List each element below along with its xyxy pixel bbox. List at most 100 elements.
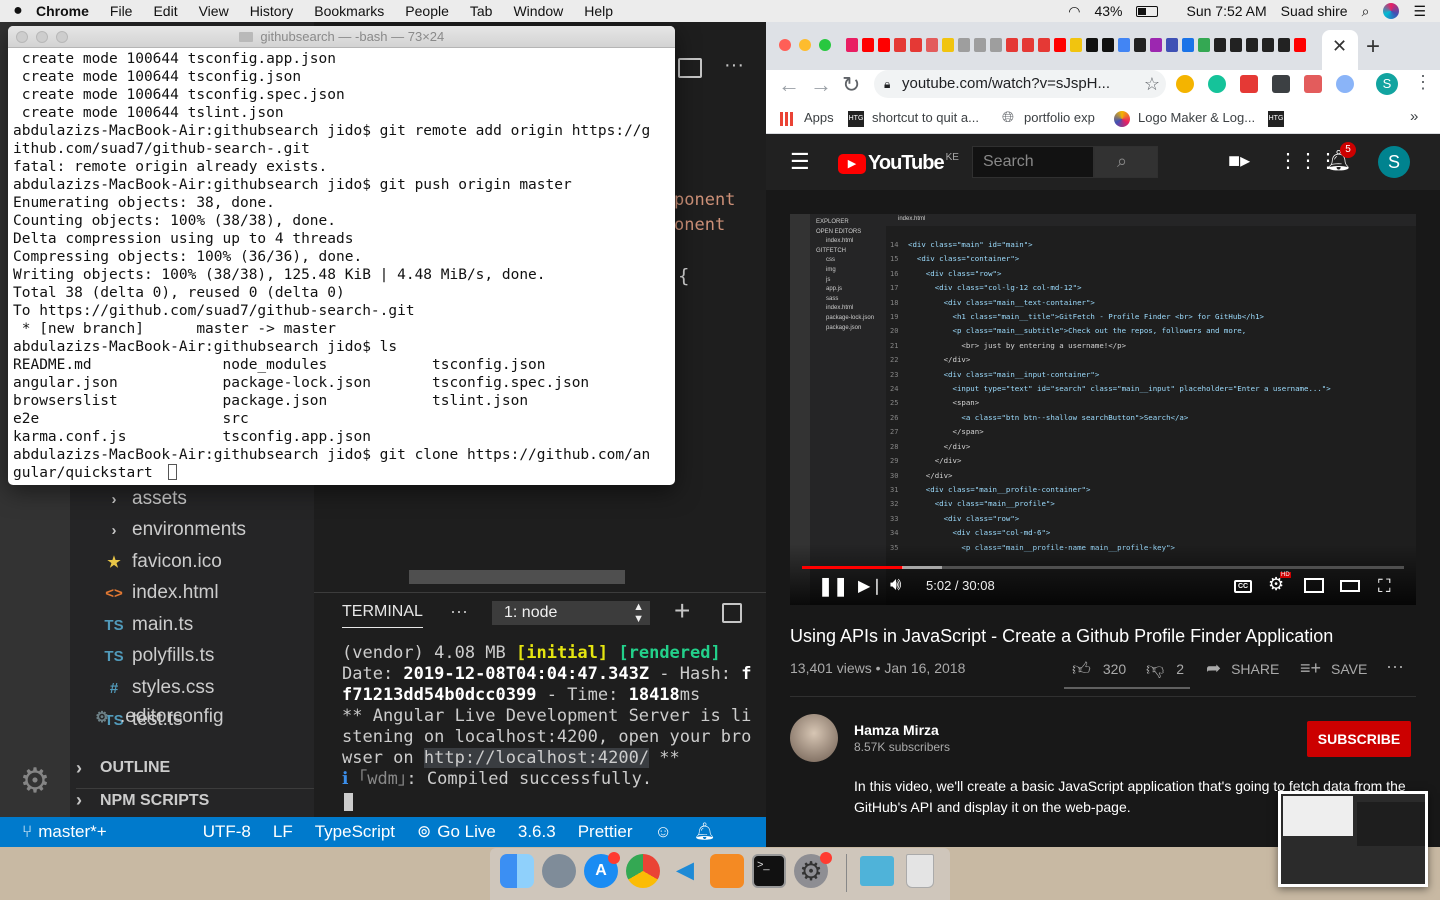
status-branch[interactable]: master*+ bbox=[38, 822, 107, 842]
file-tree-item[interactable]: TS main.ts bbox=[104, 610, 193, 640]
pause-icon[interactable]: ❚❚ bbox=[818, 576, 848, 597]
siri-icon[interactable] bbox=[1383, 3, 1400, 19]
back-icon[interactable]: ← bbox=[778, 72, 800, 98]
pinned-tab-favicon[interactable] bbox=[1214, 38, 1226, 52]
pinned-tab-favicon[interactable] bbox=[846, 38, 858, 52]
pinned-tab-favicon[interactable] bbox=[1246, 38, 1258, 52]
apple-icon[interactable]: ● bbox=[0, 2, 36, 20]
bookmark-shortcut[interactable]: shortcut to quit a... bbox=[872, 110, 979, 125]
pinned-tab-favicon[interactable] bbox=[1150, 38, 1162, 52]
pinned-tab-favicon[interactable] bbox=[1022, 38, 1034, 52]
pinned-tab-favicon[interactable] bbox=[1294, 38, 1306, 52]
pinned-tab-favicon[interactable] bbox=[1102, 38, 1114, 52]
split-terminal-icon[interactable] bbox=[722, 603, 742, 623]
file-tree-item[interactable]: # styles.css bbox=[104, 673, 215, 703]
terminal-text[interactable]: create mode 100644 tsconfig.app.json cre… bbox=[8, 48, 675, 484]
pinned-tab-favicon[interactable] bbox=[894, 38, 906, 52]
pinned-tab-favicon[interactable] bbox=[1230, 38, 1242, 52]
file-tree-item[interactable]: ⚙ .editorconfig bbox=[92, 706, 223, 728]
menu-window[interactable]: Window bbox=[513, 3, 563, 19]
apps-grid-icon[interactable] bbox=[780, 112, 794, 126]
extension-icon[interactable] bbox=[1304, 75, 1322, 93]
menu-help[interactable]: Help bbox=[584, 3, 613, 19]
extension-icon[interactable] bbox=[1208, 75, 1226, 93]
outline-section[interactable]: › OUTLINE bbox=[76, 756, 170, 780]
subscribe-button[interactable]: SUBSCRIBE bbox=[1307, 721, 1411, 757]
bookmark-star-icon[interactable]: ☆ bbox=[1144, 70, 1160, 98]
hamburger-menu-icon[interactable]: ☰ bbox=[790, 149, 810, 175]
extension-icon[interactable] bbox=[1336, 75, 1354, 93]
status-encoding[interactable]: UTF-8 bbox=[203, 822, 251, 842]
menu-tab[interactable]: Tab bbox=[470, 3, 493, 19]
notification-center-icon[interactable]: ☰ bbox=[1413, 3, 1426, 20]
theater-mode-icon[interactable] bbox=[1340, 580, 1360, 592]
bookmarks-overflow-icon[interactable]: » bbox=[1410, 108, 1418, 125]
pinned-tab-favicon[interactable] bbox=[1118, 38, 1130, 52]
omnibox[interactable]: 🔒︎ youtube.com/watch?v=sJspH... ☆ bbox=[874, 70, 1166, 98]
pinned-tab-favicon[interactable] bbox=[990, 38, 1002, 52]
pinned-tab-favicon[interactable] bbox=[1262, 38, 1274, 52]
extension-icon[interactable] bbox=[1272, 75, 1290, 93]
dislike-button[interactable]: 👎︎ 2 bbox=[1146, 658, 1184, 680]
file-tree-item[interactable]: ★ favicon.ico bbox=[104, 547, 222, 577]
downloads-folder-icon[interactable] bbox=[860, 856, 894, 886]
status-language[interactable]: TypeScript bbox=[315, 822, 395, 842]
volume-icon[interactable]: 🔊︎ bbox=[890, 574, 901, 595]
tab-terminal[interactable]: TERMINAL bbox=[342, 603, 423, 628]
pinned-tab-favicon[interactable] bbox=[1134, 38, 1146, 52]
panel-more-icon[interactable]: ··· bbox=[450, 601, 468, 622]
pinned-tab-favicon[interactable] bbox=[1182, 38, 1194, 52]
menu-bookmarks[interactable]: Bookmarks bbox=[314, 3, 384, 19]
terminal-select[interactable]: 1: node ▲ ▼ bbox=[492, 601, 650, 625]
chrome-profile-avatar[interactable]: S bbox=[1376, 73, 1398, 95]
file-tree-item[interactable]: TS polyfills.ts bbox=[104, 641, 214, 671]
pinned-tab-favicon[interactable] bbox=[1086, 38, 1098, 52]
youtube-search-input[interactable]: Search bbox=[972, 146, 1094, 178]
menu-edit[interactable]: Edit bbox=[153, 3, 177, 19]
zoom-light[interactable] bbox=[819, 39, 831, 51]
file-tree-item[interactable]: <> index.html bbox=[104, 578, 218, 608]
file-tree-item[interactable]: › assets bbox=[104, 484, 187, 514]
close-light[interactable] bbox=[779, 39, 791, 51]
editor-scrollbar[interactable] bbox=[409, 570, 625, 584]
terminal-output[interactable]: (vendor) 4.08 MB [initial] [rendered] Dat… bbox=[342, 643, 751, 790]
spotlight-icon[interactable]: ⌕ bbox=[1362, 3, 1370, 20]
save-button[interactable]: ≡+ SAVE bbox=[1300, 658, 1367, 679]
pinned-tab-favicon[interactable] bbox=[1070, 38, 1082, 52]
clock[interactable]: Sun 7:52 AM bbox=[1186, 3, 1266, 19]
chrome-icon[interactable] bbox=[626, 854, 660, 888]
battery-icon[interactable] bbox=[1136, 5, 1159, 17]
youtube-logo[interactable]: ▶ YouTube KE bbox=[838, 152, 959, 175]
more-actions-icon[interactable]: ··· bbox=[1386, 656, 1404, 677]
status-eol[interactable]: LF bbox=[273, 822, 293, 842]
pinned-tab-favicon[interactable] bbox=[910, 38, 922, 52]
status-golive[interactable]: Go Live bbox=[437, 822, 496, 842]
screenshot-thumbnail[interactable] bbox=[1278, 791, 1428, 887]
user-name[interactable]: Suad shire bbox=[1281, 3, 1348, 19]
search-button[interactable]: ⌕ bbox=[1094, 146, 1158, 178]
pinned-tab-favicon[interactable] bbox=[926, 38, 938, 52]
pinned-tab-favicon[interactable] bbox=[1006, 38, 1018, 52]
menu-view[interactable]: View bbox=[199, 3, 229, 19]
pinned-tab-favicon[interactable] bbox=[974, 38, 986, 52]
settings-gear-icon[interactable]: ⚙ bbox=[16, 762, 54, 800]
menu-history[interactable]: History bbox=[250, 3, 294, 19]
pinned-tab-favicon[interactable] bbox=[1198, 38, 1210, 52]
miniplayer-icon[interactable] bbox=[1304, 578, 1324, 593]
status-prettier[interactable]: Prettier bbox=[578, 822, 633, 842]
editor-split-icon[interactable] bbox=[678, 58, 702, 78]
new-tab-icon[interactable]: + bbox=[1366, 33, 1380, 61]
pinned-tab-favicon[interactable] bbox=[1054, 38, 1066, 52]
channel-avatar[interactable] bbox=[790, 714, 838, 762]
menu-people[interactable]: People bbox=[405, 3, 449, 19]
fullscreen-icon[interactable]: ⛶ bbox=[1378, 576, 1391, 597]
video-player[interactable]: EXPLORER OPEN EDITORS index.html GITFETCH cs… bbox=[790, 214, 1416, 605]
chrome-menu-icon[interactable]: ⋮ bbox=[1414, 72, 1432, 93]
terminal-app-icon[interactable]: >_ bbox=[752, 854, 786, 888]
pinned-tab-favicon[interactable] bbox=[1278, 38, 1290, 52]
launchpad-icon[interactable] bbox=[542, 854, 576, 888]
close-tab-icon[interactable]: ✕ bbox=[1332, 36, 1347, 57]
create-video-icon[interactable]: ■▸ bbox=[1228, 148, 1250, 173]
next-icon[interactable]: ▶❘ bbox=[858, 576, 884, 596]
file-tree-item[interactable]: › environments bbox=[104, 515, 247, 545]
